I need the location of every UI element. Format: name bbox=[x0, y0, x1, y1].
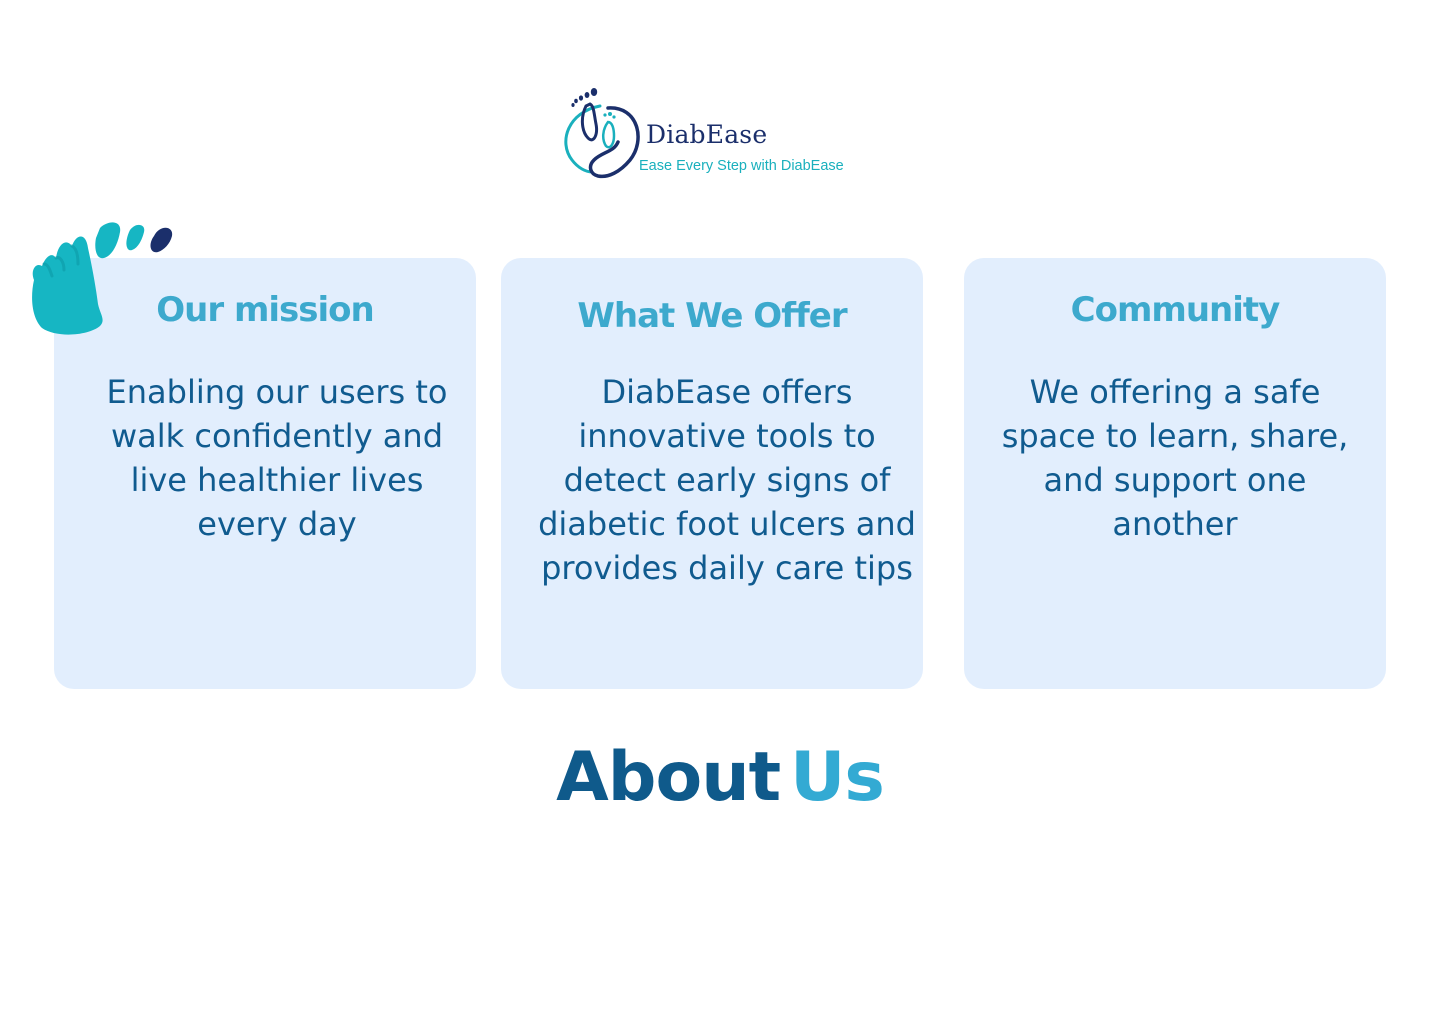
card-title: Community bbox=[1070, 290, 1281, 330]
brand-tagline: Ease Every Step with DiabEase bbox=[639, 158, 844, 174]
community-card: Community We offering a safe space to le… bbox=[964, 258, 1386, 689]
card-title: What We Offer bbox=[577, 296, 847, 336]
footprint-logo-icon bbox=[564, 88, 640, 179]
brand-logo[interactable]: DiabEase Ease Every Step with DiabEase bbox=[556, 86, 856, 182]
heading-part-1: About bbox=[556, 738, 781, 817]
footprint-icon bbox=[32, 222, 173, 335]
offer-card: What We Offer DiabEase offers innovative… bbox=[501, 258, 923, 689]
heading-part-2: Us bbox=[790, 738, 885, 817]
card-body: We offering a safe space to learn, share… bbox=[1001, 373, 1349, 543]
brand-name: DiabEase bbox=[646, 120, 768, 149]
about-us-heading: About Us bbox=[0, 738, 1440, 817]
card-body: DiabEase offers innovative tools to dete… bbox=[538, 373, 916, 587]
card-body: Enabling our users to walk confidently a… bbox=[106, 373, 448, 543]
